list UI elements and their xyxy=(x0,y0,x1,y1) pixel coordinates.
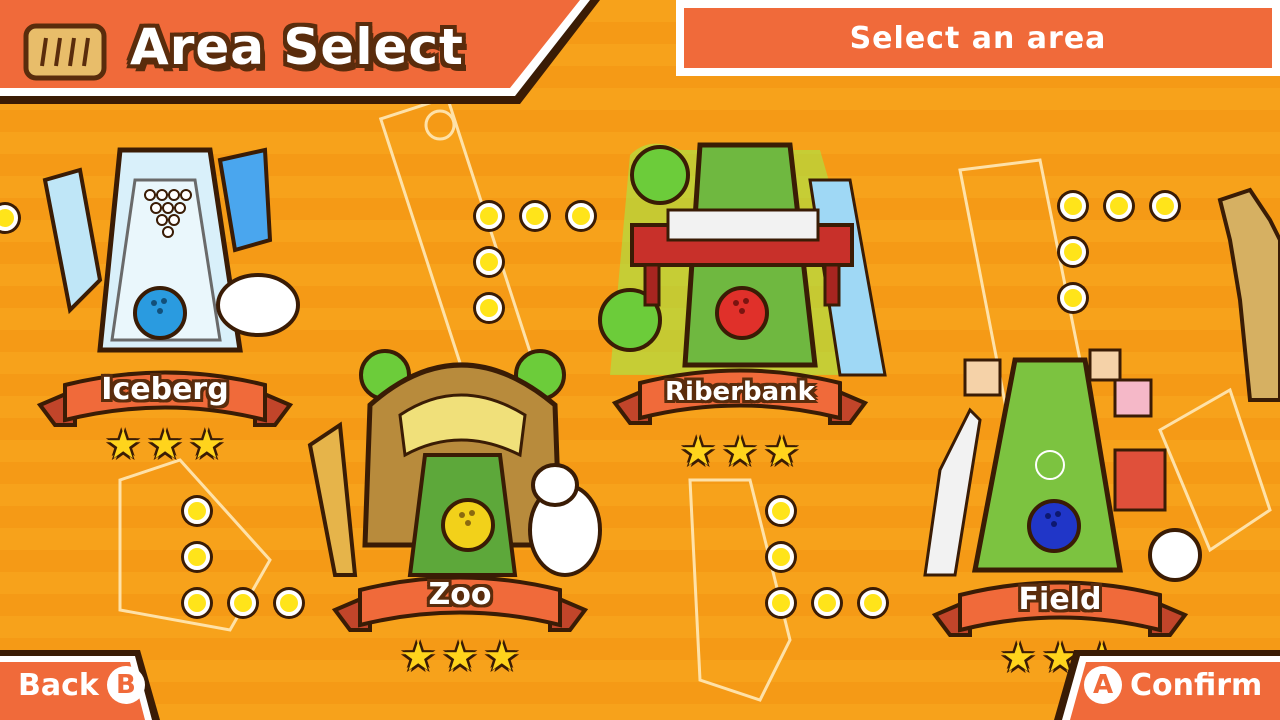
path-dot xyxy=(184,498,210,524)
path-dot xyxy=(768,590,794,616)
bowling-ball-icon xyxy=(133,286,187,340)
area-card-zoo[interactable]: Zoo ★ ★ ★ xyxy=(300,345,620,685)
b-button-icon: B xyxy=(106,666,145,704)
confirm-button[interactable]: A Confirm xyxy=(1054,642,1280,720)
area-stars: ★ ★ ★ xyxy=(40,425,290,465)
statue-landmark-icon xyxy=(1217,187,1280,402)
riberbank-lane-icon xyxy=(598,142,887,377)
star-icon: ★ xyxy=(722,429,758,475)
star-icon: ★ xyxy=(1000,635,1037,681)
path-dot xyxy=(476,295,502,321)
iceberg-lane-icon xyxy=(42,147,300,353)
area-name: Zoo xyxy=(428,577,492,612)
bowling-ball-icon xyxy=(441,498,495,552)
path-dot xyxy=(768,544,794,570)
star-icon: ★ xyxy=(147,422,183,468)
path-dot xyxy=(1152,193,1178,219)
area-stars: ★ ★ ★ xyxy=(590,432,890,472)
path-dot xyxy=(814,590,840,616)
bowling-ball-icon xyxy=(715,286,769,340)
path-dot xyxy=(768,498,794,524)
area-card-iceberg[interactable]: Iceberg ★ ★ ★ xyxy=(36,140,300,470)
confirm-label: Confirm xyxy=(1130,667,1263,703)
page-title: Area Select xyxy=(130,18,464,76)
star-icon: ★ xyxy=(188,422,225,468)
area-name: Riberbank xyxy=(665,377,815,407)
path-dot xyxy=(184,590,210,616)
path-dot xyxy=(476,203,502,229)
path-dot xyxy=(230,590,256,616)
area-card-field[interactable]: Field ★ ★ ★ xyxy=(920,348,1210,681)
star-icon: ★ xyxy=(105,422,142,468)
bowling-ball-icon xyxy=(1027,499,1081,553)
star-icon: ★ xyxy=(400,634,437,680)
hint-box: Select an area xyxy=(676,0,1280,76)
path-dot xyxy=(184,544,210,570)
path-dot xyxy=(522,203,548,229)
area-card-riberbank[interactable]: Riberbank ★ ★ ★ xyxy=(590,135,890,480)
back-button[interactable]: Back B xyxy=(0,642,170,720)
star-icon: ★ xyxy=(483,634,520,680)
area-name: Field xyxy=(1018,582,1102,617)
map-scroll-icon xyxy=(23,23,107,81)
path-dot xyxy=(276,590,302,616)
back-label: Back xyxy=(18,667,99,703)
path-dot xyxy=(476,249,502,275)
field-lane-icon xyxy=(923,348,1202,582)
a-button-icon: A xyxy=(1084,666,1122,704)
area-stars: ★ ★ ★ xyxy=(300,637,620,677)
path-dot xyxy=(860,590,886,616)
star-icon: ★ xyxy=(763,429,800,475)
path-dot xyxy=(1106,193,1132,219)
path-dot xyxy=(1060,285,1086,311)
star-icon: ★ xyxy=(442,634,478,680)
path-dot xyxy=(1060,193,1086,219)
hint-text: Select an area xyxy=(684,8,1272,68)
area-name: Iceberg xyxy=(101,372,229,407)
star-icon: ★ xyxy=(680,429,717,475)
path-dot xyxy=(1060,239,1086,265)
